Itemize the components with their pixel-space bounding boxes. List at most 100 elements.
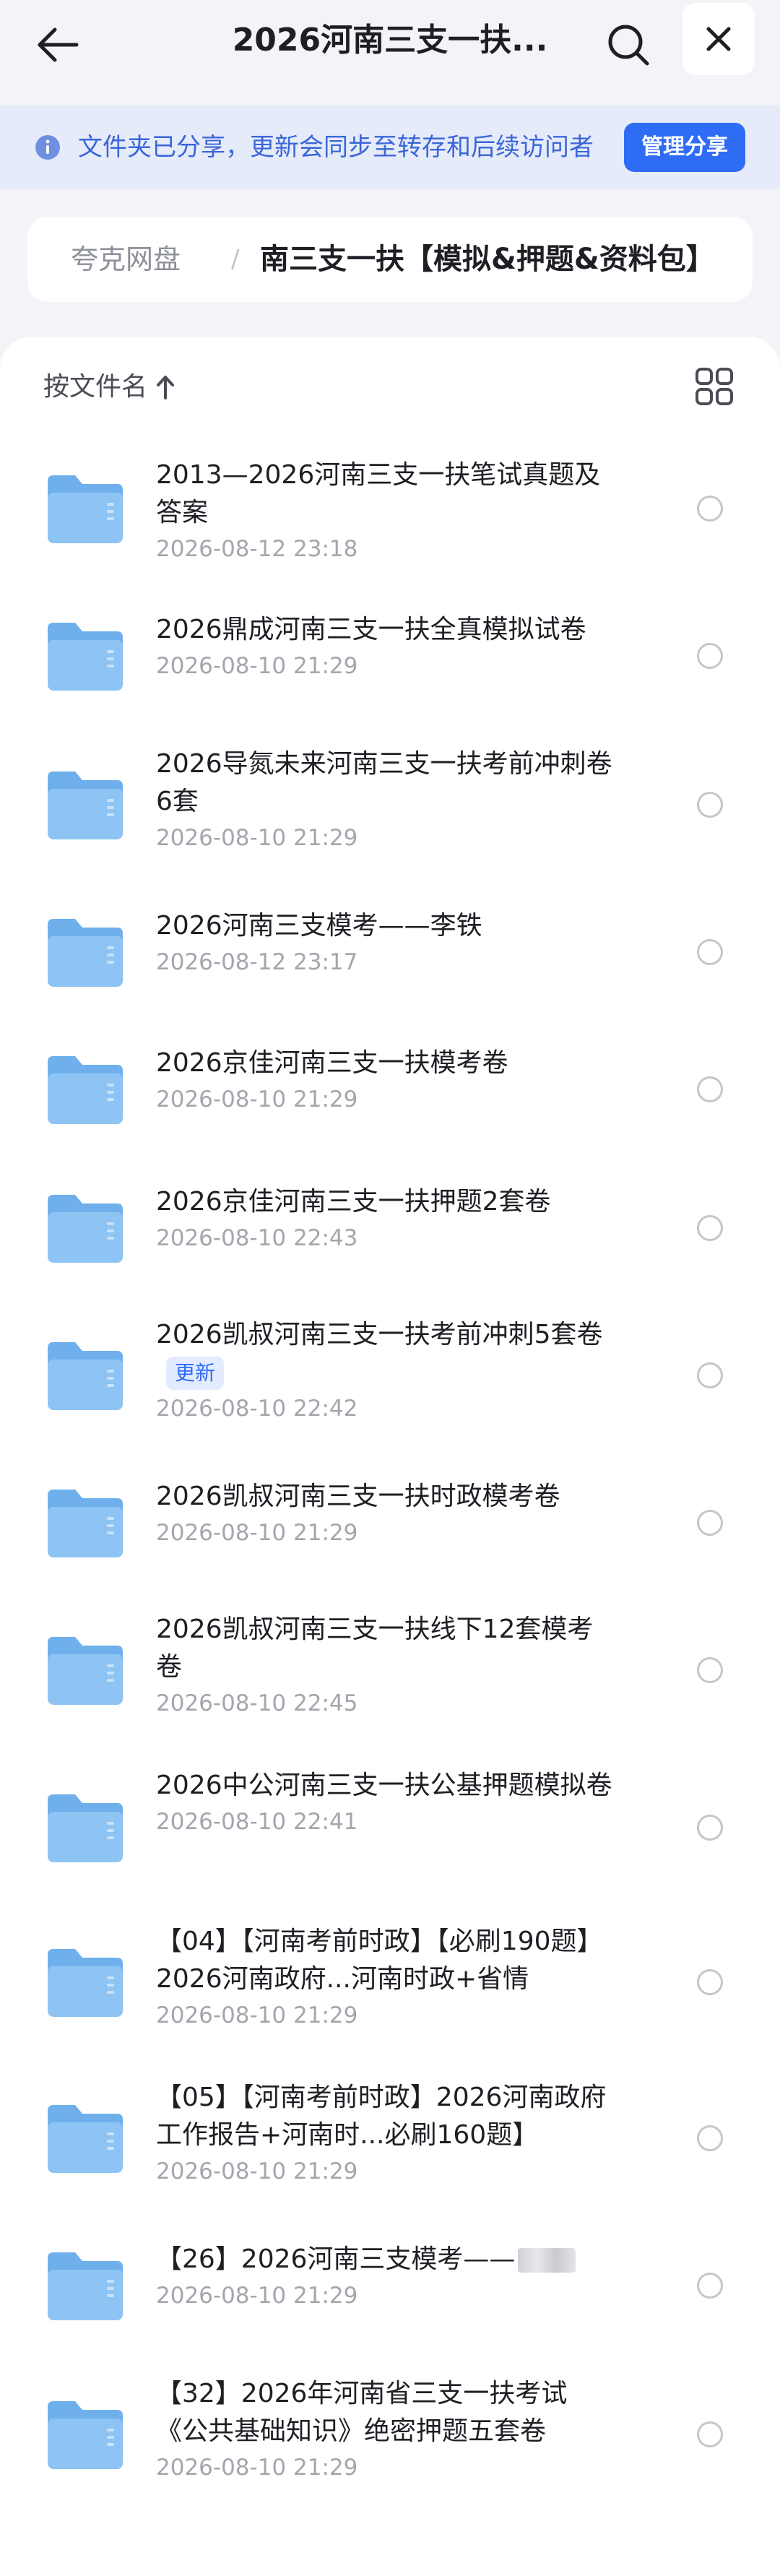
sort-button[interactable]: 按文件名 — [43, 366, 176, 409]
file-date: 2026-08-10 22:41 — [156, 1809, 358, 1835]
file-name: 2026导氮未来河南三支一扶考前冲刺卷6套 — [156, 749, 612, 816]
file-name: 2026京佳河南三支一扶押题2套卷 — [156, 1187, 551, 1216]
folder-icon — [45, 1190, 126, 1266]
select-radio[interactable] — [697, 496, 723, 522]
file-name: 2026凯叔河南三支一扶时政模考卷 — [156, 1482, 560, 1511]
file-date: 2026-08-12 23:18 — [156, 536, 358, 562]
file-name: 2013—2026河南三支一扶笔试真题及答案 — [156, 460, 601, 527]
search-icon — [608, 25, 649, 66]
file-text: 2026导氮未来河南三支一扶考前冲刺卷6套 2026-08-10 21:29 — [156, 745, 618, 854]
folder-icon — [45, 2101, 126, 2176]
folder-icon — [45, 1945, 126, 2020]
file-name: 【32】2026年河南省三支一扶考试《公共基础知识》绝密押题五套卷 — [156, 2379, 568, 2446]
manage-share-button[interactable]: 管理分享 — [624, 123, 745, 172]
file-date: 2026-08-10 21:29 — [156, 825, 358, 851]
file-text: 2026凯叔河南三支一扶线下12套模考卷 2026-08-10 22:45 — [156, 1611, 618, 1719]
top-bar: 2026河南三支一扶... — [0, 0, 780, 101]
arrow-up-icon — [157, 376, 175, 399]
select-radio[interactable] — [697, 1815, 723, 1841]
file-text: 【04】【河南考前时政】【必刷190题】2026河南政府...河南时政+省情 20… — [156, 1923, 618, 2031]
breadcrumb-current: 南三支一扶【模拟&押题&资料包】 — [260, 243, 715, 276]
list-item[interactable]: 2026凯叔河南三支一扶线下12套模考卷 2026-08-10 22:45 — [0, 1592, 780, 1737]
file-name: 2026河南三支模考——李铁 — [156, 911, 482, 941]
back-button[interactable] — [29, 16, 87, 74]
file-name: 2026凯叔河南三支一扶考前冲刺5套卷更新 — [156, 1316, 618, 1391]
grid-view-icon[interactable] — [695, 367, 734, 406]
list-item[interactable]: 【32】2026年河南省三支一扶考试《公共基础知识》绝密押题五套卷 2026-08… — [0, 2356, 780, 2500]
select-radio[interactable] — [697, 939, 723, 965]
file-text: 2026凯叔河南三支一扶时政模考卷 2026-08-10 21:29 — [156, 1478, 618, 1549]
folder-icon — [45, 2397, 126, 2472]
select-radio[interactable] — [697, 2125, 723, 2151]
file-text: 【26】2026河南三支模考—— 2026-08-10 21:29 — [156, 2241, 618, 2312]
breadcrumb-root[interactable]: 夸克网盘 — [71, 217, 181, 302]
list-item[interactable]: 2026中公河南三支一扶公基押题模拟卷 2026-08-10 22:41 — [0, 1749, 780, 1893]
list-item[interactable]: 2026京佳河南三支一扶模考卷 2026-08-10 21:29 — [0, 1012, 780, 1157]
file-list-card: 按文件名 2013—2026河南三支一扶笔试真题及答案 2026-08-12 23… — [0, 337, 780, 2576]
file-text: 【32】2026年河南省三支一扶考试《公共基础知识》绝密押题五套卷 2026-08… — [156, 2375, 618, 2484]
file-text: 2026中公河南三支一扶公基押题模拟卷 2026-08-10 22:41 — [156, 1767, 618, 1838]
folder-icon — [45, 2248, 126, 2323]
close-button[interactable] — [682, 3, 755, 75]
folder-icon — [45, 1052, 126, 1127]
file-text: 2026京佳河南三支一扶模考卷 2026-08-10 21:29 — [156, 1045, 618, 1115]
folder-icon — [45, 618, 126, 693]
search-button[interactable] — [599, 16, 657, 74]
file-date: 2026-08-10 21:29 — [156, 2002, 358, 2028]
folder-icon — [45, 915, 126, 990]
select-radio[interactable] — [697, 2421, 723, 2447]
file-text: 2026凯叔河南三支一扶考前冲刺5套卷更新 2026-08-10 22:42 — [156, 1316, 618, 1425]
folder-icon — [45, 767, 126, 842]
select-radio[interactable] — [697, 792, 723, 818]
list-item[interactable]: 2026京佳河南三支一扶押题2套卷 2026-08-10 22:43 — [0, 1151, 780, 1295]
share-notice-text: 文件夹已分享，更新会同步至转存和后续访问者 — [78, 133, 594, 162]
list-item[interactable]: 2013—2026河南三支一扶笔试真题及答案 2026-08-12 23:18 — [0, 431, 780, 575]
sort-label: 按文件名 — [43, 372, 148, 402]
folder-icon — [45, 1338, 126, 1413]
list-item[interactable]: 2026凯叔河南三支一扶时政模考卷 2026-08-10 21:29 — [0, 1445, 780, 1590]
breadcrumb-separator: / — [231, 245, 240, 274]
file-text: 2026京佳河南三支一扶押题2套卷 2026-08-10 22:43 — [156, 1183, 618, 1254]
file-date: 2026-08-10 22:43 — [156, 1225, 358, 1251]
file-text: 2026河南三支模考——李铁 2026-08-12 23:17 — [156, 907, 618, 978]
list-item[interactable]: 2026导氮未来河南三支一扶考前冲刺卷6套 2026-08-10 21:29 — [0, 727, 780, 871]
file-name: 2026鼎成河南三支一扶全真模拟试卷 — [156, 615, 586, 644]
file-date: 2026-08-10 21:29 — [156, 1520, 358, 1546]
select-radio[interactable] — [697, 1076, 723, 1102]
list-item[interactable]: 【04】【河南考前时政】【必刷190题】2026河南政府...河南时政+省情 20… — [0, 1904, 780, 2049]
share-notice-bar: 文件夹已分享，更新会同步至转存和后续访问者 管理分享 — [0, 105, 780, 189]
folder-icon — [45, 1790, 126, 1865]
select-radio[interactable] — [697, 1362, 723, 1388]
list-item[interactable]: 2026凯叔河南三支一扶考前冲刺5套卷更新 2026-08-10 22:42 — [0, 1297, 780, 1442]
info-icon — [35, 135, 60, 160]
file-date: 2026-08-10 21:29 — [156, 1086, 358, 1112]
folder-icon — [45, 471, 126, 546]
close-icon — [706, 27, 731, 51]
list-item[interactable]: 2026河南三支模考——李铁 2026-08-12 23:17 — [0, 875, 780, 1019]
list-item[interactable]: 【26】2026河南三支模考—— 2026-08-10 21:29 — [0, 2208, 780, 2352]
file-text: 2026鼎成河南三支一扶全真模拟试卷 2026-08-10 21:29 — [156, 611, 618, 682]
select-radio[interactable] — [697, 2273, 723, 2299]
file-date: 2026-08-10 21:29 — [156, 2158, 358, 2184]
select-radio[interactable] — [697, 643, 723, 669]
file-text: 2013—2026河南三支一扶笔试真题及答案 2026-08-12 23:18 — [156, 457, 618, 565]
file-date: 2026-08-12 23:17 — [156, 949, 358, 975]
select-radio[interactable] — [697, 1510, 723, 1536]
file-date: 2026-08-10 22:42 — [156, 1396, 358, 1422]
folder-icon — [45, 1633, 126, 1708]
breadcrumb: 夸克网盘 / 南三支一扶【模拟&押题&资料包】 — [27, 217, 753, 302]
update-badge: 更新 — [166, 1357, 225, 1390]
file-date: 2026-08-10 21:29 — [156, 2283, 358, 2309]
select-radio[interactable] — [697, 1969, 723, 1995]
file-name: 【26】2026河南三支模考—— — [156, 2241, 618, 2278]
list-item[interactable]: 【05】【河南考前时政】2026河南政府工作报告+河南时...必刷160题】 20… — [0, 2059, 780, 2204]
select-radio[interactable] — [697, 1215, 723, 1241]
file-text: 【05】【河南考前时政】2026河南政府工作报告+河南时...必刷160题】 20… — [156, 2079, 618, 2187]
select-radio[interactable] — [697, 1657, 723, 1683]
file-name: 2026中公河南三支一扶公基押题模拟卷 — [156, 1771, 612, 1800]
list-item[interactable]: 2026鼎成河南三支一扶全真模拟试卷 2026-08-10 21:29 — [0, 579, 780, 723]
file-name: 2026京佳河南三支一扶模考卷 — [156, 1048, 508, 1078]
redacted-text — [518, 2248, 576, 2273]
file-date: 2026-08-10 21:29 — [156, 653, 358, 679]
page-title: 2026河南三支一扶... — [232, 22, 548, 59]
